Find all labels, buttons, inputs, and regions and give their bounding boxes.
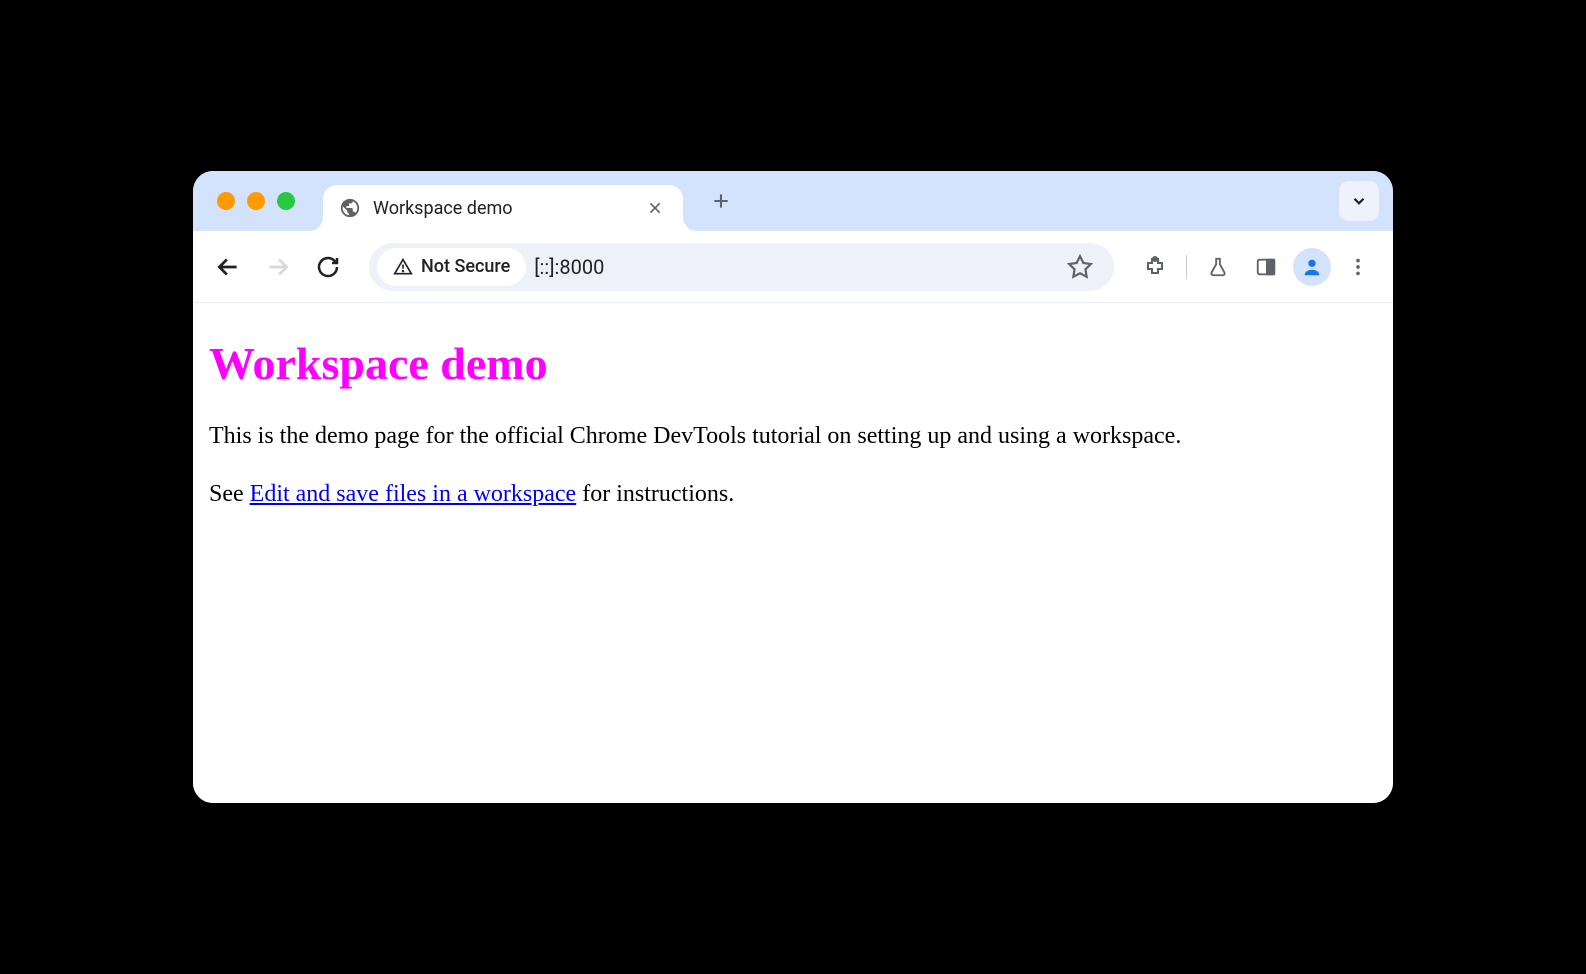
toolbar-divider bbox=[1186, 255, 1187, 279]
tab-bar-actions bbox=[1339, 181, 1379, 221]
tab-search-button[interactable] bbox=[1339, 181, 1379, 221]
profile-button[interactable] bbox=[1293, 248, 1331, 286]
toolbar-right bbox=[1134, 246, 1379, 288]
labs-button[interactable] bbox=[1197, 246, 1239, 288]
forward-button[interactable] bbox=[257, 246, 299, 288]
window-maximize-button[interactable] bbox=[277, 192, 295, 210]
instructions-link[interactable]: Edit and save files in a workspace bbox=[250, 481, 577, 507]
tab-title: Workspace demo bbox=[373, 198, 631, 219]
security-label: Not Secure bbox=[421, 256, 510, 277]
warning-icon bbox=[393, 257, 413, 277]
security-indicator[interactable]: Not Secure bbox=[377, 248, 526, 286]
window-controls bbox=[217, 192, 295, 210]
instructions-paragraph: See Edit and save files in a workspace f… bbox=[209, 478, 1377, 510]
tab-bar: Workspace demo bbox=[193, 171, 1393, 231]
address-bar[interactable]: Not Secure [::]:8000 bbox=[369, 243, 1114, 291]
url-text: [::]:8000 bbox=[534, 255, 1052, 279]
tab-close-button[interactable] bbox=[643, 196, 667, 220]
page-heading: Workspace demo bbox=[209, 337, 1377, 390]
page-content: Workspace demo This is the demo page for… bbox=[193, 303, 1393, 803]
bookmark-button[interactable] bbox=[1060, 247, 1100, 287]
window-close-button[interactable] bbox=[217, 192, 235, 210]
paragraph-suffix: for instructions. bbox=[576, 481, 734, 507]
side-panel-button[interactable] bbox=[1245, 246, 1287, 288]
new-tab-button[interactable] bbox=[703, 183, 739, 219]
globe-icon bbox=[339, 197, 361, 219]
window-minimize-button[interactable] bbox=[247, 192, 265, 210]
reload-button[interactable] bbox=[307, 246, 349, 288]
extensions-button[interactable] bbox=[1134, 246, 1176, 288]
paragraph-prefix: See bbox=[209, 481, 250, 507]
browser-tab[interactable]: Workspace demo bbox=[323, 185, 683, 231]
menu-button[interactable] bbox=[1337, 246, 1379, 288]
toolbar: Not Secure [::]:8000 bbox=[193, 231, 1393, 303]
intro-paragraph: This is the demo page for the official C… bbox=[209, 420, 1377, 452]
back-button[interactable] bbox=[207, 246, 249, 288]
browser-window: Workspace demo bbox=[193, 171, 1393, 803]
